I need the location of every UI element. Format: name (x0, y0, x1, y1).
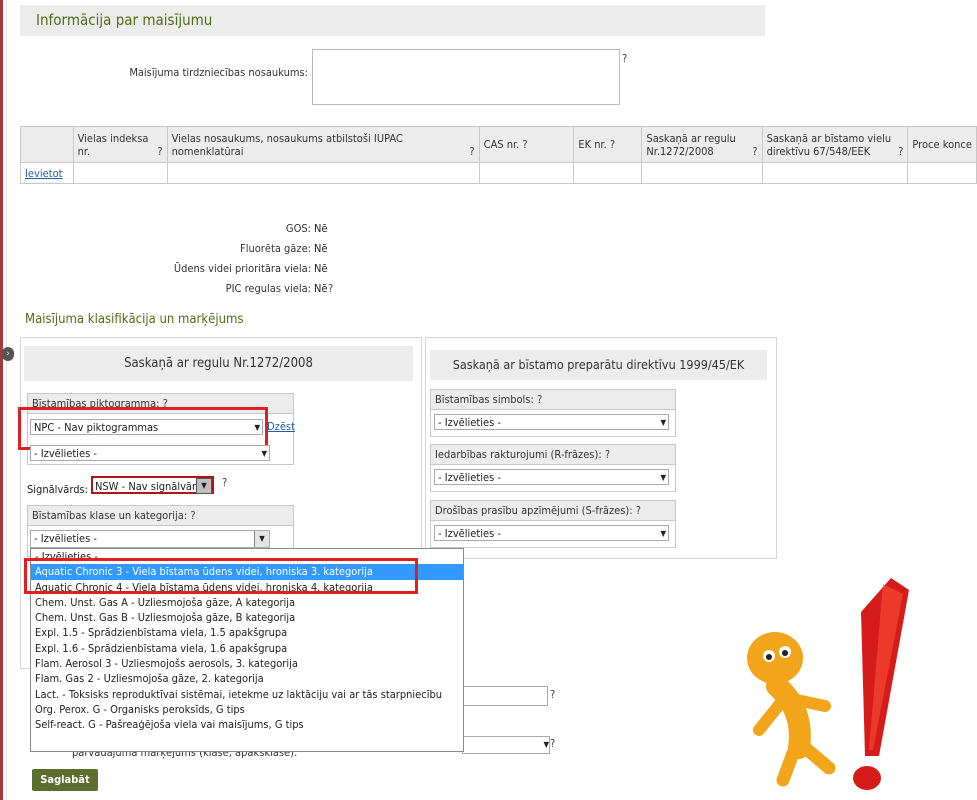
col-header-concentration: Proce konce (907, 126, 977, 163)
help-icon[interactable]: ? (636, 504, 641, 517)
col-header-name: Vielas nosaukums, nosaukums atbilstoši I… (166, 126, 480, 163)
pic-help-icon[interactable]: ? (328, 282, 333, 295)
col-header-index: Vielas indeksa nr. ? (72, 126, 168, 163)
trade-name-input[interactable] (312, 49, 620, 105)
chevron-down-icon: ▼ (254, 423, 260, 432)
help-icon: ? (469, 144, 475, 158)
dropdown-option[interactable]: Flam. Aerosol 3 - Uzliesmojošs aerosols,… (31, 656, 463, 671)
help-icon[interactable]: ? (605, 448, 610, 461)
chevron-down-icon: ▼ (660, 473, 666, 482)
pictogram-select[interactable]: NPC - Nav piktogrammas ▼ (30, 419, 263, 435)
dropdown-option[interactable]: Org. Perox. G - Organisks peroksīds, G t… (31, 702, 463, 717)
s-phrases-label: Drošības prasību apzīmējumi (S-frāzes): (435, 504, 633, 517)
col-header-cas: CAS nr. ? (478, 126, 575, 163)
s-phrases-select[interactable]: - Izvēlieties - ▼ (434, 525, 669, 541)
chevron-down-icon: ▼ (660, 529, 666, 538)
gos-label: GOS: (285, 222, 311, 235)
chevron-down-icon: ▼ (543, 740, 549, 749)
directive-panel-title: Saskaņā ar bīstamo preparātu direktīvu 1… (452, 357, 745, 372)
signal-select[interactable]: NSW - Nav signālvārd ▼ (91, 476, 214, 494)
chevron-down-icon: ▼ (196, 478, 212, 494)
water-label: Ūdens videi prioritāra viela: (173, 262, 311, 275)
water-value: Nē (314, 262, 328, 275)
trade-name-label: Maisījuma tirdzniecības nosaukums: (129, 66, 308, 79)
chevron-down-icon: ▼ (254, 531, 269, 547)
warning-figure-illustration (733, 560, 977, 800)
r-phrases-select[interactable]: - Izvēlieties - ▼ (434, 469, 669, 485)
pictogram-select-2[interactable]: - Izvēlieties - ▼ (30, 445, 270, 461)
col-header-ek: EK nr. ? (573, 126, 643, 163)
save-button[interactable]: Saglabāt (32, 769, 98, 791)
class-label: Bīstamības klase un kategorija: (32, 509, 188, 522)
col-header-regulation: Saskaņā ar regulu Nr.1272/2008 ? (641, 126, 763, 163)
collapse-handle-icon[interactable]: › (2, 347, 14, 361)
left-divider (6, 0, 7, 800)
symbol-label: Bīstamības simbols: (435, 393, 534, 406)
help-icon: ? (752, 144, 758, 158)
fluor-label: Fluorēta gāze: (240, 242, 311, 255)
transport-help-icon[interactable]: ? (550, 737, 555, 750)
directive-panel-header: Saskaņā ar bīstamo preparātu direktīvu 1… (430, 350, 767, 380)
dropdown-option[interactable]: Flam. Gas 2 - Uzliesmojoša gāze, 2. kate… (31, 671, 463, 686)
pic-value: Nē (314, 282, 328, 295)
dropdown-option[interactable]: Expl. 1.5 - Sprādzienbīstama viela, 1.5 … (31, 625, 463, 640)
insert-link[interactable]: Ievietot (25, 167, 63, 180)
help-icon: ? (522, 138, 528, 151)
dropdown-option[interactable]: Chem. Unst. Gas A - Uzliesmojoša gāze, A… (31, 595, 463, 610)
chevron-down-icon: ▼ (660, 418, 666, 427)
col-header-empty (20, 126, 74, 163)
insert-cell: Ievietot (20, 162, 74, 184)
help-icon[interactable]: ? (190, 509, 195, 522)
pic-label: PIC regulas viela: (225, 282, 311, 295)
help-icon: ? (609, 138, 616, 151)
signal-label: Signālvārds: (27, 483, 88, 496)
trade-name-help-icon[interactable]: ? (622, 52, 627, 65)
chevron-down-icon: ▼ (261, 449, 267, 458)
classification-title: Maisījuma klasifikācija un marķējums (25, 312, 244, 327)
symbol-select[interactable]: - Izvēlieties - ▼ (434, 414, 669, 430)
bottom-input[interactable] (462, 686, 548, 706)
dropdown-option[interactable]: Expl. 1.6 - Sprādzienbīstama viela, 1.6 … (31, 641, 463, 656)
dropdown-option[interactable]: Chem. Unst. Gas B - Uzliesmojoša gāze, B… (31, 610, 463, 625)
dropdown-option[interactable]: Self-react. G - Pašreaģējoša viela vai m… (31, 717, 463, 732)
section-title-bar: Informācija par maisījumu (20, 5, 765, 36)
delete-link[interactable]: Dzēst (267, 420, 295, 433)
col-header-directive: Saskaņā ar bīstamo vielu direktīvu 67/54… (761, 126, 909, 163)
left-border (0, 0, 3, 800)
regulation-panel-title: Saskaņā ar regulu Nr.1272/2008 (124, 356, 313, 371)
class-select[interactable]: - Izvēlieties - ▼ (30, 530, 270, 548)
signal-help-icon[interactable]: ? (222, 476, 227, 489)
r-phrases-label: Iedarbības rakturojumi (R-frāzes): (435, 448, 602, 461)
gos-value: Nē (314, 222, 328, 235)
dropdown-option[interactable]: Lact. - Toksisks reproduktīvai sistēmai,… (31, 687, 463, 702)
bottom-input-help-icon[interactable]: ? (550, 688, 555, 701)
help-icon: ? (898, 144, 904, 158)
substances-table: Vielas indeksa nr. ? Vielas nosaukums, n… (20, 126, 977, 184)
help-icon[interactable]: ? (537, 393, 542, 406)
regulation-panel-header: Saskaņā ar regulu Nr.1272/2008 (24, 346, 413, 381)
section-title: Informācija par maisījumu (36, 11, 213, 29)
transport-select[interactable]: ▼ (462, 736, 550, 754)
fluor-value: Nē (314, 242, 328, 255)
help-icon: ? (157, 144, 163, 158)
selected-option-highlight (24, 558, 418, 594)
